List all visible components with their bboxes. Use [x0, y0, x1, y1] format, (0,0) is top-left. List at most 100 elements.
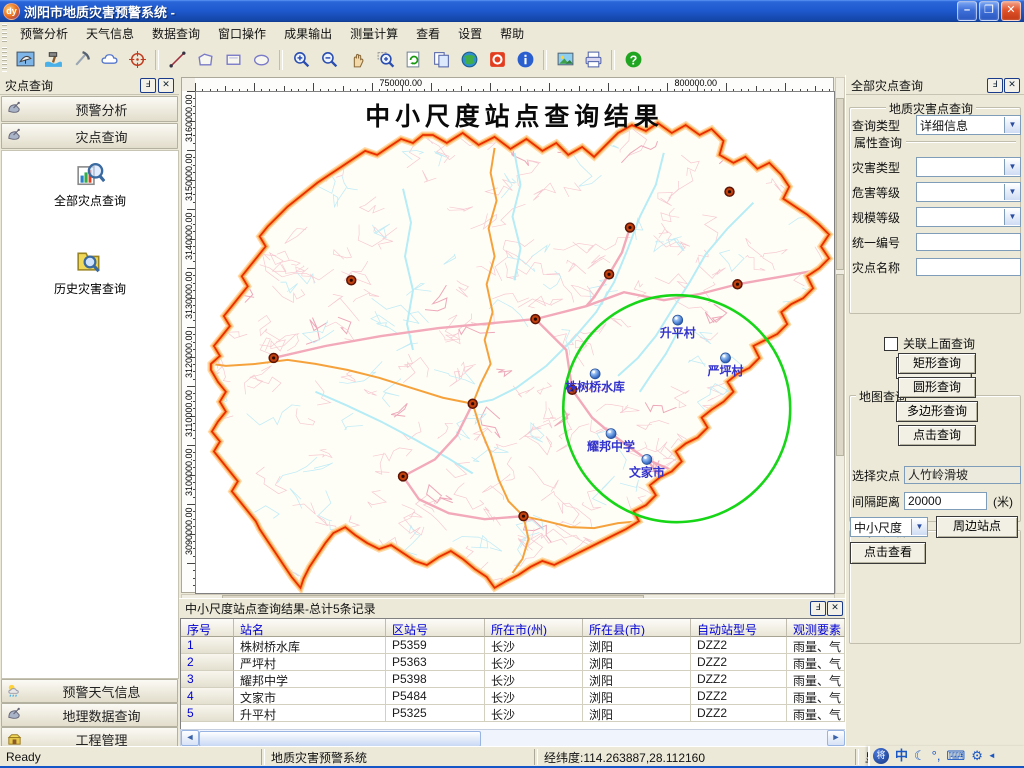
sidebar-section-预警天气信息[interactable]: 预警天气信息: [1, 679, 178, 703]
menu-item-7[interactable]: 设置: [449, 23, 491, 44]
menu-item-5[interactable]: 测量计算: [341, 23, 407, 44]
globe-icon[interactable]: [457, 48, 481, 72]
scale-combo[interactable]: 中小尺度 ▼: [850, 517, 928, 537]
polygon-icon[interactable]: [193, 48, 217, 72]
disaster-point-marker[interactable]: [519, 512, 528, 521]
ime-keyboard-icon[interactable]: ⌨: [946, 747, 965, 765]
column-header-站名[interactable]: 站名: [234, 619, 386, 637]
scroll-left-icon[interactable]: ◄: [181, 730, 199, 746]
rectangle-icon[interactable]: [221, 48, 245, 72]
refresh-icon[interactable]: [401, 48, 425, 72]
map-vertical-scrollbar[interactable]: [835, 77, 845, 594]
distance-input[interactable]: 20000: [904, 492, 987, 510]
scroll-right-icon[interactable]: ►: [827, 730, 845, 746]
zoom-in-icon[interactable]: [289, 48, 313, 72]
left-panel-close-icon[interactable]: ✕: [158, 78, 174, 93]
规模等级-combo[interactable]: ▼: [916, 207, 1021, 227]
column-header-区站号[interactable]: 区站号: [386, 619, 485, 637]
disaster-point-marker[interactable]: [531, 315, 540, 324]
cloud-icon[interactable]: [97, 48, 121, 72]
危害等级-combo[interactable]: ▼: [916, 182, 1021, 202]
crosshair-icon[interactable]: [125, 48, 149, 72]
table-row[interactable]: 2严坪村P5363长沙浏阳DZZ2雨量、气: [181, 654, 845, 671]
menu-item-1[interactable]: 天气信息: [77, 23, 143, 44]
ime-moon-icon[interactable]: ☾: [914, 747, 926, 765]
map-canvas[interactable]: 升平村严坪村株树桥水库耀邦中学文家市中小尺度站点查询结果: [195, 91, 835, 594]
result-panel-pin-icon[interactable]: Ⅎ: [810, 601, 826, 616]
result-panel-close-icon[interactable]: ✕: [827, 601, 843, 616]
table-row[interactable]: 1株树桥水库P5359长沙浏阳DZZ2雨量、气: [181, 637, 845, 654]
map-query-button-点击查询[interactable]: 点击查询: [898, 425, 976, 446]
menu-item-0[interactable]: 预警分析: [11, 23, 77, 44]
chevron-down-icon[interactable]: ▼: [1004, 184, 1020, 200]
close-button[interactable]: ✕: [1001, 1, 1021, 21]
disaster-point-marker[interactable]: [347, 276, 356, 285]
ime-collapse-icon[interactable]: ◄: [988, 747, 996, 765]
disaster-point-marker[interactable]: [625, 223, 634, 232]
help-icon[interactable]: ?: [621, 48, 645, 72]
disaster-point-marker[interactable]: [725, 187, 734, 196]
menu-item-3[interactable]: 窗口操作: [209, 23, 275, 44]
chevron-down-icon[interactable]: ▼: [911, 519, 927, 535]
统一编号-input[interactable]: [916, 233, 1021, 251]
left-panel-pin-icon[interactable]: Ⅎ: [140, 78, 156, 93]
table-horizontal-scrollbar[interactable]: ◄ ►: [180, 729, 846, 747]
info-icon[interactable]: [513, 48, 537, 72]
disaster-point-marker[interactable]: [269, 353, 278, 362]
chevron-down-icon[interactable]: ▼: [1004, 209, 1020, 225]
export-image-icon[interactable]: [553, 48, 577, 72]
disaster-point-marker[interactable]: [605, 270, 614, 279]
print-icon[interactable]: [581, 48, 605, 72]
column-header-所在市(州)[interactable]: 所在市(州): [485, 619, 583, 637]
flood-tool-icon[interactable]: [41, 48, 65, 72]
menu-item-6[interactable]: 查看: [407, 23, 449, 44]
menu-grip[interactable]: [2, 24, 7, 42]
menu-item-4[interactable]: 成果输出: [275, 23, 341, 44]
column-header-观测要素[interactable]: 观测要素: [787, 619, 845, 637]
table-row[interactable]: 5升平村P5325长沙浏阳DZZ2雨量、气: [181, 705, 845, 722]
灾害类型-combo[interactable]: ▼: [916, 157, 1021, 177]
sidebar-tool-历史灾害查询[interactable]: 历史灾害查询: [2, 247, 178, 297]
menu-item-8[interactable]: 帮助: [491, 23, 533, 44]
map-query-button-圆形查询[interactable]: 圆形查询: [898, 377, 976, 398]
sidebar-section-预警分析[interactable]: 预警分析: [1, 96, 178, 122]
map-query-button-多边形查询[interactable]: 多边形查询: [896, 401, 978, 422]
minimize-button[interactable]: –: [957, 1, 977, 21]
column-header-序号[interactable]: 序号: [181, 619, 234, 637]
pickaxe-icon[interactable]: [69, 48, 93, 72]
table-row[interactable]: 4文家市P5484长沙浏阳DZZ2雨量、气: [181, 688, 845, 705]
nearby-stations-button[interactable]: 周边站点: [936, 516, 1018, 538]
ime-cn-icon[interactable]: 中: [895, 747, 908, 765]
ime-logo-icon[interactable]: 将: [873, 748, 889, 764]
zoom-out-icon[interactable]: [317, 48, 341, 72]
ellipse-icon[interactable]: [249, 48, 273, 72]
menu-item-2[interactable]: 数据查询: [143, 23, 209, 44]
sidebar-tool-全部灾点查询[interactable]: 全部灾点查询: [2, 159, 178, 209]
map-query-button-矩形查询[interactable]: 矩形查询: [898, 353, 976, 374]
sidebar-section-灾点查询[interactable]: 灾点查询: [1, 123, 178, 149]
chevron-down-icon[interactable]: ▼: [1004, 159, 1020, 175]
query-type-combo[interactable]: 详细信息 ▼: [916, 115, 1021, 135]
right-panel-pin-icon[interactable]: Ⅎ: [987, 78, 1003, 93]
sidebar-section-地理数据查询[interactable]: 地理数据查询: [1, 703, 178, 727]
灾点名称-input[interactable]: [916, 258, 1021, 276]
chevron-down-icon[interactable]: ▼: [1004, 117, 1020, 133]
toolbar-grip[interactable]: [2, 47, 7, 72]
right-panel-close-icon[interactable]: ✕: [1004, 78, 1020, 93]
table-row[interactable]: 3耀邦中学P5398长沙浏阳DZZ2雨量、气: [181, 671, 845, 688]
copy-icon[interactable]: [429, 48, 453, 72]
disaster-point-marker[interactable]: [468, 399, 477, 408]
view-button[interactable]: 点击查看: [850, 542, 926, 564]
ime-settings-icon[interactable]: ⚙: [971, 747, 983, 765]
column-header-所在县(市)[interactable]: 所在县(市): [583, 619, 691, 637]
stop-icon[interactable]: [485, 48, 509, 72]
ime-punct-icon[interactable]: °,: [932, 747, 941, 765]
measure-line-icon[interactable]: [165, 48, 189, 72]
scroll-thumb[interactable]: [199, 731, 481, 747]
link-query-checkbox[interactable]: [884, 337, 898, 351]
satellite-image-icon[interactable]: [13, 48, 37, 72]
disaster-point-marker[interactable]: [399, 472, 408, 481]
column-header-自动站型号[interactable]: 自动站型号: [691, 619, 787, 637]
disaster-point-marker[interactable]: [733, 280, 742, 289]
maximize-button[interactable]: ❐: [979, 1, 999, 21]
